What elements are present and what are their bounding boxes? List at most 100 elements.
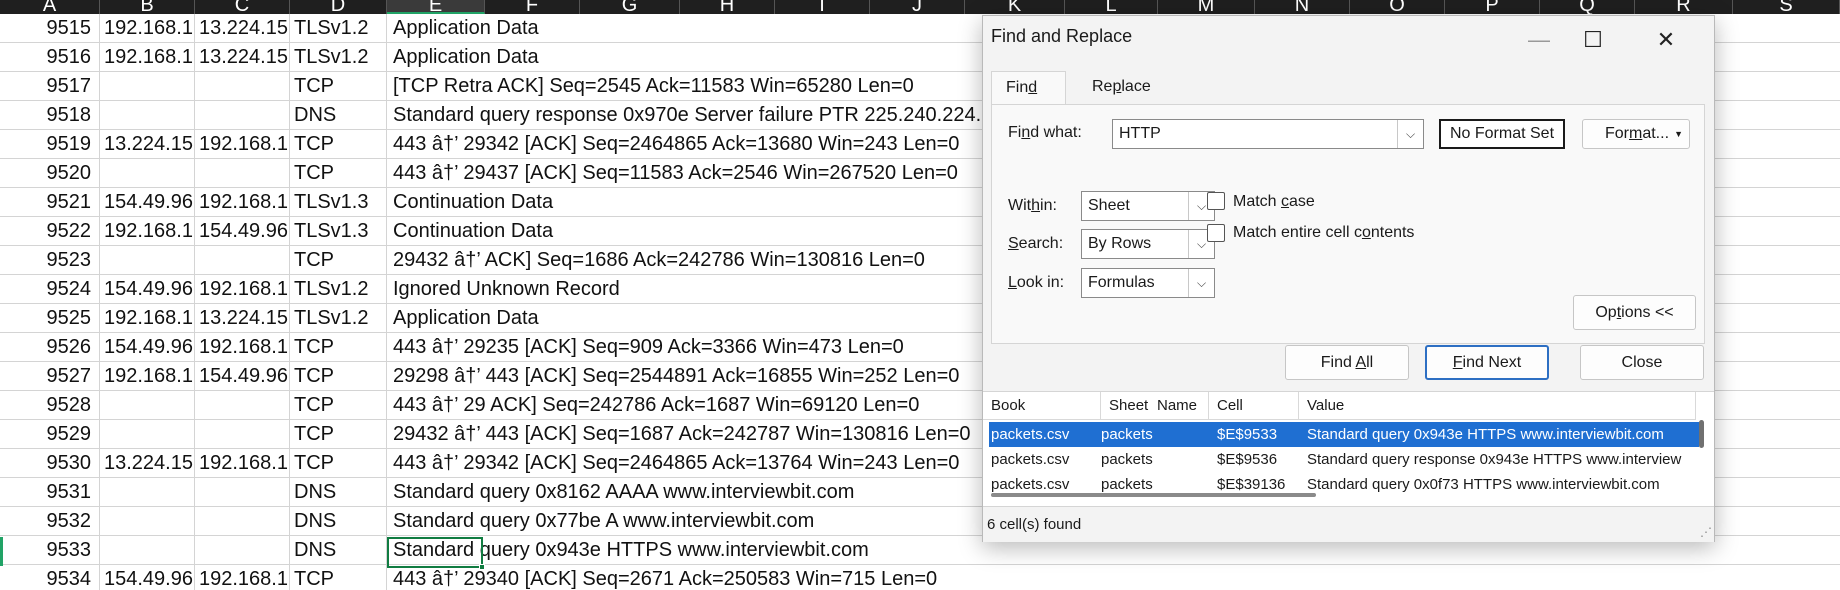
cell-destination[interactable] [195,536,290,565]
results-header-value[interactable]: Value [1299,392,1696,420]
cell-protocol[interactable]: TCP [290,565,387,590]
result-row[interactable]: packets.csv packets $E$9533 Standard query … [989,422,1699,447]
cell-protocol[interactable]: TLSv1.3 [290,188,387,217]
cell-no[interactable]: 9516 [0,43,100,72]
column-header-q[interactable]: Q [1540,0,1635,15]
cell-source[interactable] [100,420,195,449]
find-all-button[interactable]: Find All [1285,345,1409,380]
column-header-n[interactable]: N [1255,0,1350,15]
cell-protocol[interactable]: TLSv1.2 [290,275,387,304]
cell-protocol[interactable]: TCP [290,246,387,275]
cell-no[interactable]: 9534 [0,565,100,590]
cell-no[interactable]: 9527 [0,362,100,391]
cell-destination[interactable] [195,507,290,536]
cell-source[interactable] [100,536,195,565]
fill-handle[interactable] [479,564,485,570]
minimize-button[interactable]: — [1509,20,1569,60]
cell-no[interactable]: 9522 [0,217,100,246]
cell-no[interactable]: 9521 [0,188,100,217]
cell-protocol[interactable]: TLSv1.2 [290,14,387,43]
cell-destination[interactable] [195,72,290,101]
column-header-h[interactable]: H [680,0,775,15]
cell-destination[interactable]: 13.224.15 [195,14,290,43]
cell-source[interactable] [100,391,195,420]
cell-source[interactable]: 13.224.15 [100,130,195,159]
cell-source[interactable] [100,72,195,101]
results-header-name[interactable]: Name [1149,392,1209,420]
cell-destination[interactable] [195,159,290,188]
cell-destination[interactable]: 192.168.1. [195,188,290,217]
cell-protocol[interactable]: DNS [290,478,387,507]
cell-source[interactable] [100,478,195,507]
cell-no[interactable]: 9518 [0,101,100,130]
column-header-m[interactable]: M [1158,0,1255,15]
cell-destination[interactable] [195,101,290,130]
cell-destination[interactable]: 192.168.1. [195,333,290,362]
cell-destination[interactable]: 13.224.15 [195,43,290,72]
match-entire-cell-checkbox[interactable] [1207,224,1225,242]
cell-source[interactable]: 13.224.15 [100,449,195,478]
find-what-input[interactable]: HTTP ⌵ [1112,119,1424,149]
cell-destination[interactable] [195,391,290,420]
column-header-g[interactable]: G [580,0,680,15]
cell-protocol[interactable]: TCP [290,333,387,362]
cell-protocol[interactable]: TCP [290,391,387,420]
options-button[interactable]: Options << [1573,295,1696,330]
cell-source[interactable]: 192.168.1. [100,217,195,246]
cell-source[interactable] [100,159,195,188]
cell-no[interactable]: 9530 [0,449,100,478]
results-vertical-scrollbar[interactable] [1696,420,1706,492]
search-select[interactable]: By Rows ⌵ [1081,229,1215,259]
column-header-r[interactable]: R [1635,0,1733,15]
cell-protocol[interactable]: TCP [290,159,387,188]
cell-no[interactable]: 9533 [0,536,100,565]
column-header-c[interactable]: C [195,0,290,15]
cell-source[interactable]: 192.168.1. [100,304,195,333]
scroll-thumb[interactable] [1699,420,1704,448]
results-horizontal-scrollbar[interactable] [991,491,1691,499]
cell-no[interactable]: 9531 [0,478,100,507]
look-in-select[interactable]: Formulas ⌵ [1081,268,1215,298]
tab-find[interactable]: Find [991,71,1066,105]
match-case-checkbox[interactable] [1207,192,1225,210]
cell-no[interactable]: 9529 [0,420,100,449]
cell-protocol[interactable]: TLSv1.2 [290,304,387,333]
cell-protocol[interactable]: TCP [290,449,387,478]
cell-protocol[interactable]: DNS [290,536,387,565]
cell-no[interactable]: 9528 [0,391,100,420]
cell-protocol[interactable]: TLSv1.2 [290,43,387,72]
cell-no[interactable]: 9524 [0,275,100,304]
resize-grip-icon[interactable]: ⋰ [1700,525,1712,539]
cell-source[interactable]: 192.168.1. [100,43,195,72]
cell-source[interactable]: 192.168.1. [100,14,195,43]
cell-destination[interactable] [195,420,290,449]
cell-no[interactable]: 9520 [0,159,100,188]
cell-destination[interactable]: 192.168.1. [195,130,290,159]
results-list[interactable]: Book Sheet Name Cell Value packets.csv pa… [983,391,1714,506]
cell-destination[interactable]: 192.168.1. [195,449,290,478]
column-header-s[interactable]: S [1733,0,1840,15]
results-header-cell[interactable]: Cell [1209,392,1299,420]
cell-source[interactable] [100,507,195,536]
cell-info[interactable]: 443 â†’ 29340 [ACK] Seq=2671 Ack=250583 … [387,565,1827,590]
no-format-set-button[interactable]: No Format Set [1439,119,1565,149]
cell-destination[interactable]: 13.224.15 [195,304,290,333]
column-header-b[interactable]: B [100,0,195,15]
results-header-book[interactable]: Book [983,392,1101,420]
cell-no[interactable]: 9525 [0,304,100,333]
cell-destination[interactable]: 192.168.1. [195,275,290,304]
column-header-i[interactable]: I [775,0,870,15]
cell-source[interactable] [100,101,195,130]
result-row[interactable]: packets.csv packets $E$9536 Standard query … [989,447,1699,472]
cell-destination[interactable]: 154.49.96. [195,362,290,391]
cell-no[interactable]: 9526 [0,333,100,362]
chevron-down-icon[interactable]: ⌵ [1397,120,1423,148]
cell-protocol[interactable]: TCP [290,130,387,159]
column-header-l[interactable]: L [1065,0,1158,15]
column-header-k[interactable]: K [965,0,1065,15]
cell-source[interactable]: 154.49.96. [100,275,195,304]
maximize-button[interactable]: ☐ [1563,20,1623,60]
cell-destination[interactable] [195,246,290,275]
column-header-p[interactable]: P [1445,0,1540,15]
cell-destination[interactable] [195,478,290,507]
